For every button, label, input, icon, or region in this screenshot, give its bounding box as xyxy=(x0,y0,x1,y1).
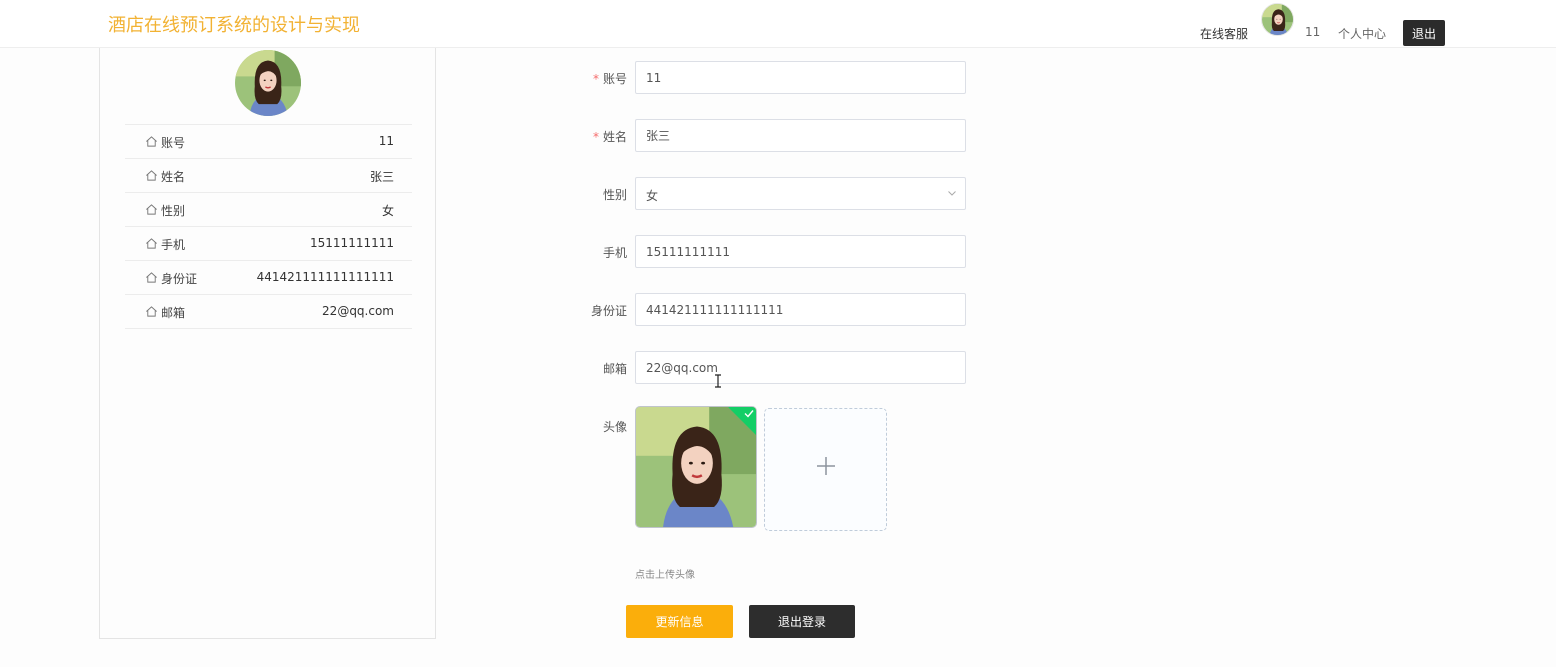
profile-row-label: 性别 xyxy=(161,204,186,218)
chevron-down-icon xyxy=(948,191,956,196)
home-icon xyxy=(146,306,157,317)
gender-selected-value: 女 xyxy=(646,189,659,203)
phone-label: 手机 xyxy=(602,246,627,260)
uploaded-avatar-thumbnail[interactable] xyxy=(635,406,757,528)
profile-row-label: 姓名 xyxy=(161,170,186,184)
home-icon xyxy=(146,136,157,147)
profile-info-list: 账号 11 姓名 张三 性别 女 手机 15111111111 身份证 4414… xyxy=(125,124,412,329)
home-icon xyxy=(146,170,157,181)
top-header: 酒店在线预订系统的设计与实现 在线客服 11 个人中心 退出 xyxy=(0,0,1556,48)
profile-row-value: 11 xyxy=(378,134,394,148)
home-icon xyxy=(146,238,157,249)
name-label: * 姓名 xyxy=(592,130,627,144)
profile-row-label: 身份证 xyxy=(161,272,198,286)
personal-center-link[interactable]: 个人中心 xyxy=(1338,25,1386,42)
profile-row-account: 账号 11 xyxy=(125,125,412,159)
plus-icon xyxy=(817,457,835,475)
name-input[interactable] xyxy=(635,119,966,152)
home-icon xyxy=(146,204,157,215)
id-card-label: 身份证 xyxy=(590,304,627,318)
phone-input[interactable] xyxy=(635,235,966,268)
header-logout-button[interactable]: 退出 xyxy=(1403,20,1445,46)
profile-row-gender: 性别 女 xyxy=(125,193,412,227)
gender-select[interactable]: 女 xyxy=(635,177,966,210)
profile-row-value: 女 xyxy=(381,204,394,218)
home-icon xyxy=(146,272,157,283)
id-card-input[interactable] xyxy=(635,293,966,326)
profile-row-email: 邮箱 22@qq.com xyxy=(125,295,412,329)
avatar-image xyxy=(636,407,756,527)
upload-avatar-button[interactable] xyxy=(764,408,887,531)
profile-row-id-card: 身份证 441421111111111111 xyxy=(125,261,412,295)
gender-label: 性别 xyxy=(602,188,627,202)
update-info-button[interactable]: 更新信息 xyxy=(626,605,733,638)
text-cursor-icon xyxy=(715,374,721,388)
online-service-link[interactable]: 在线客服 xyxy=(1200,25,1248,42)
upload-tip: 点击上传头像 xyxy=(635,570,695,581)
email-label: 邮箱 xyxy=(602,362,627,376)
profile-row-value: 22@qq.com xyxy=(322,304,394,318)
logout-button[interactable]: 退出登录 xyxy=(749,605,855,638)
profile-row-label: 邮箱 xyxy=(161,306,186,320)
header-username: 11 xyxy=(1305,25,1321,39)
profile-avatar xyxy=(235,50,301,116)
profile-row-value: 张三 xyxy=(369,170,394,184)
avatar-image xyxy=(1262,4,1293,35)
account-input[interactable] xyxy=(635,61,966,94)
profile-row-label: 手机 xyxy=(161,238,186,252)
email-input[interactable] xyxy=(635,351,966,384)
site-title[interactable]: 酒店在线预订系统的设计与实现 xyxy=(108,11,360,37)
avatar-image xyxy=(235,50,301,116)
profile-row-phone: 手机 15111111111 xyxy=(125,227,412,261)
profile-row-value: 15111111111 xyxy=(310,236,394,250)
profile-row-label: 账号 xyxy=(161,136,186,150)
profile-row-value: 441421111111111111 xyxy=(256,270,394,284)
check-icon xyxy=(744,410,754,418)
account-label: * 账号 xyxy=(592,72,627,86)
profile-card: 账号 11 姓名 张三 性别 女 手机 15111111111 身份证 4414… xyxy=(99,48,436,639)
header-avatar[interactable] xyxy=(1261,3,1294,36)
avatar-label: 头像 xyxy=(602,420,627,434)
profile-row-name: 姓名 张三 xyxy=(125,159,412,193)
